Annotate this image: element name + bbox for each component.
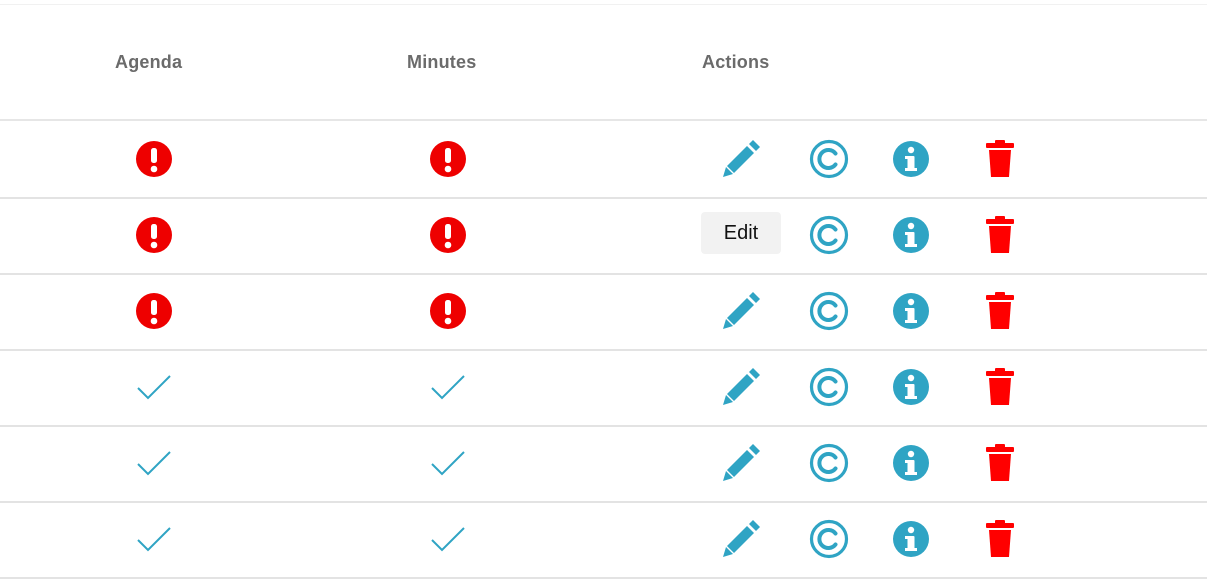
info-icon[interactable] — [889, 425, 933, 501]
agenda-check-icon — [122, 425, 186, 501]
info-icon[interactable] — [889, 121, 933, 197]
minutes-warning-icon — [416, 197, 480, 273]
trash-icon[interactable] — [978, 349, 1022, 425]
copyright-icon[interactable] — [807, 273, 851, 349]
minutes-check-icon — [416, 425, 480, 501]
trash-icon[interactable] — [978, 425, 1022, 501]
agenda-warning-icon — [122, 197, 186, 273]
pencil-icon[interactable] — [719, 425, 763, 501]
info-icon[interactable] — [889, 273, 933, 349]
info-icon[interactable] — [889, 349, 933, 425]
pencil-icon[interactable] — [719, 501, 763, 577]
info-icon[interactable] — [889, 197, 933, 273]
trash-icon[interactable] — [978, 121, 1022, 197]
edit-tooltip: Edit — [701, 212, 781, 254]
copyright-icon[interactable] — [807, 425, 851, 501]
copyright-icon[interactable] — [807, 121, 851, 197]
column-header-minutes: Minutes — [407, 52, 477, 72]
agenda-warning-icon — [122, 273, 186, 349]
trash-icon[interactable] — [978, 273, 1022, 349]
minutes-warning-icon — [416, 273, 480, 349]
agenda-check-icon — [122, 349, 186, 425]
minutes-check-icon — [416, 349, 480, 425]
agenda-warning-icon — [122, 121, 186, 197]
trash-icon[interactable] — [978, 197, 1022, 273]
table-row — [0, 197, 1207, 275]
pencil-icon[interactable] — [719, 273, 763, 349]
trash-icon[interactable] — [978, 501, 1022, 577]
copyright-icon[interactable] — [807, 501, 851, 577]
table-row — [0, 273, 1207, 351]
column-header-actions: Actions — [702, 52, 770, 72]
pencil-icon[interactable] — [719, 121, 763, 197]
copyright-icon[interactable] — [807, 349, 851, 425]
minutes-warning-icon — [416, 121, 480, 197]
agenda-check-icon — [122, 501, 186, 577]
table-header: Agenda Minutes Actions — [0, 0, 1207, 121]
column-header-agenda: Agenda — [115, 52, 183, 72]
minutes-check-icon — [416, 501, 480, 577]
info-icon[interactable] — [889, 501, 933, 577]
table-row — [0, 425, 1207, 503]
copyright-icon[interactable] — [807, 197, 851, 273]
pencil-icon[interactable] — [719, 349, 763, 425]
table-row — [0, 501, 1207, 579]
table-row — [0, 349, 1207, 427]
meetings-table: Agenda Minutes Actions Edit — [0, 0, 1207, 579]
table-row — [0, 121, 1207, 199]
